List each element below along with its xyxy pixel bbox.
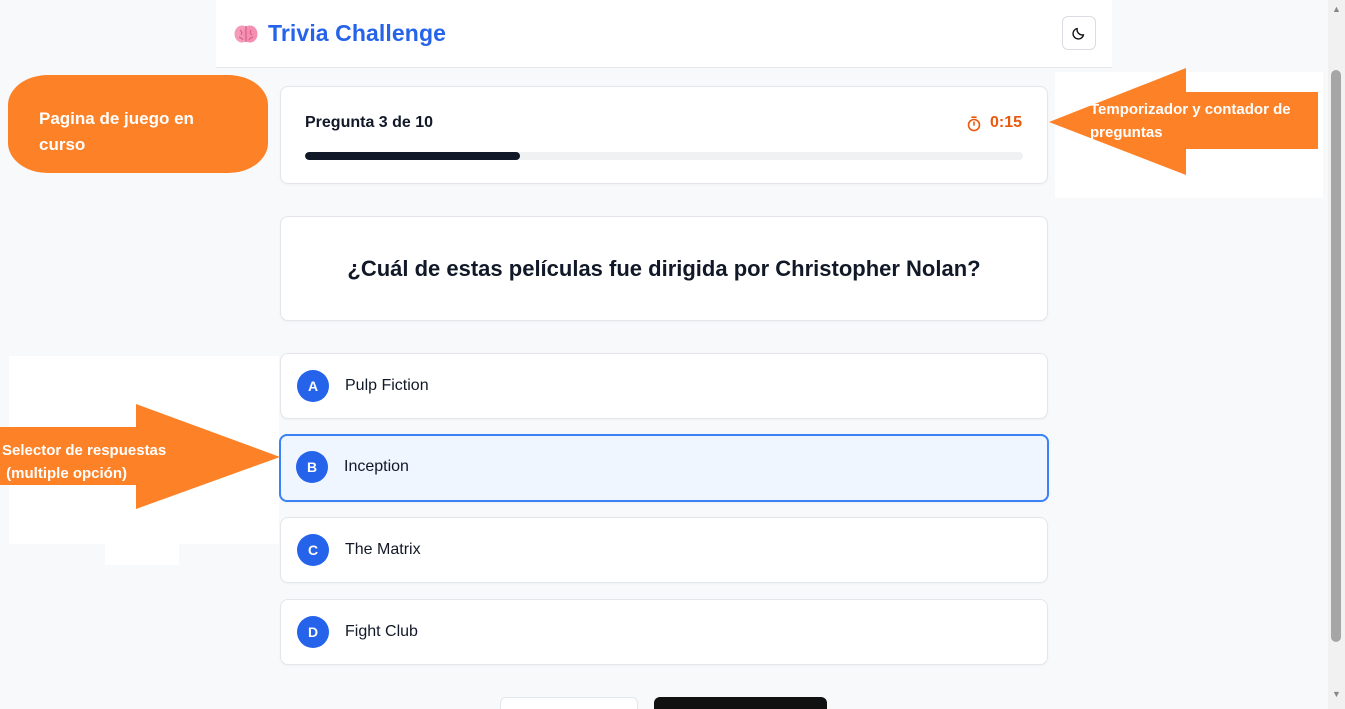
question-card: ¿Cuál de estas películas fue dirigida po… [280,216,1048,321]
app-title: Trivia Challenge [268,20,446,46]
timer: 0:15 [966,114,1022,132]
answer-option-a[interactable]: A Pulp Fiction [280,353,1048,419]
option-text: Pulp Fiction [345,377,429,394]
app-header: Trivia Challenge [216,0,1112,68]
progress-card: Pregunta 3 de 10 0:15 [280,86,1048,184]
option-letter-badge: A [297,370,329,402]
option-letter-badge: B [296,451,328,483]
answer-option-b[interactable]: B Inception [279,434,1049,502]
scroll-up-icon[interactable]: ▲ [1332,4,1341,14]
progress-bar [305,152,1023,160]
theme-toggle-button[interactable] [1062,16,1096,50]
scrollbar-thumb[interactable] [1331,70,1341,642]
stopwatch-icon [967,115,981,131]
answer-option-c[interactable]: C The Matrix [280,517,1048,583]
progress-bar-fill [305,152,521,160]
annotation-backdrop [105,540,179,565]
question-text: ¿Cuál de estas películas fue dirigida po… [347,255,981,281]
selector-annotation-text: Selector de respuestas (multiple opción) [2,442,167,482]
answer-option-d[interactable]: D Fight Club [280,599,1048,665]
moon-icon [1072,27,1085,40]
option-text: Inception [344,458,409,475]
option-text: The Matrix [345,541,421,558]
scrollbar[interactable]: ▲ ▼ [1328,0,1345,709]
next-button[interactable] [654,697,827,709]
brand: Trivia Challenge [234,20,446,47]
page-annotation-text: Pagina de juego en curso [39,109,194,154]
brain-icon [234,23,258,45]
scroll-down-icon[interactable]: ▼ [1332,689,1341,699]
previous-button[interactable] [500,697,638,709]
timer-value: 0:15 [989,114,1022,131]
option-text: Fight Club [345,623,418,640]
option-letter-badge: D [297,616,329,648]
page-annotation-bubble: Pagina de juego en curso [8,75,268,173]
timer-annotation-text: Temporizador y contador de preguntas [1090,101,1291,141]
option-letter-badge: C [297,534,329,566]
question-counter: Pregunta 3 de 10 [305,114,434,131]
